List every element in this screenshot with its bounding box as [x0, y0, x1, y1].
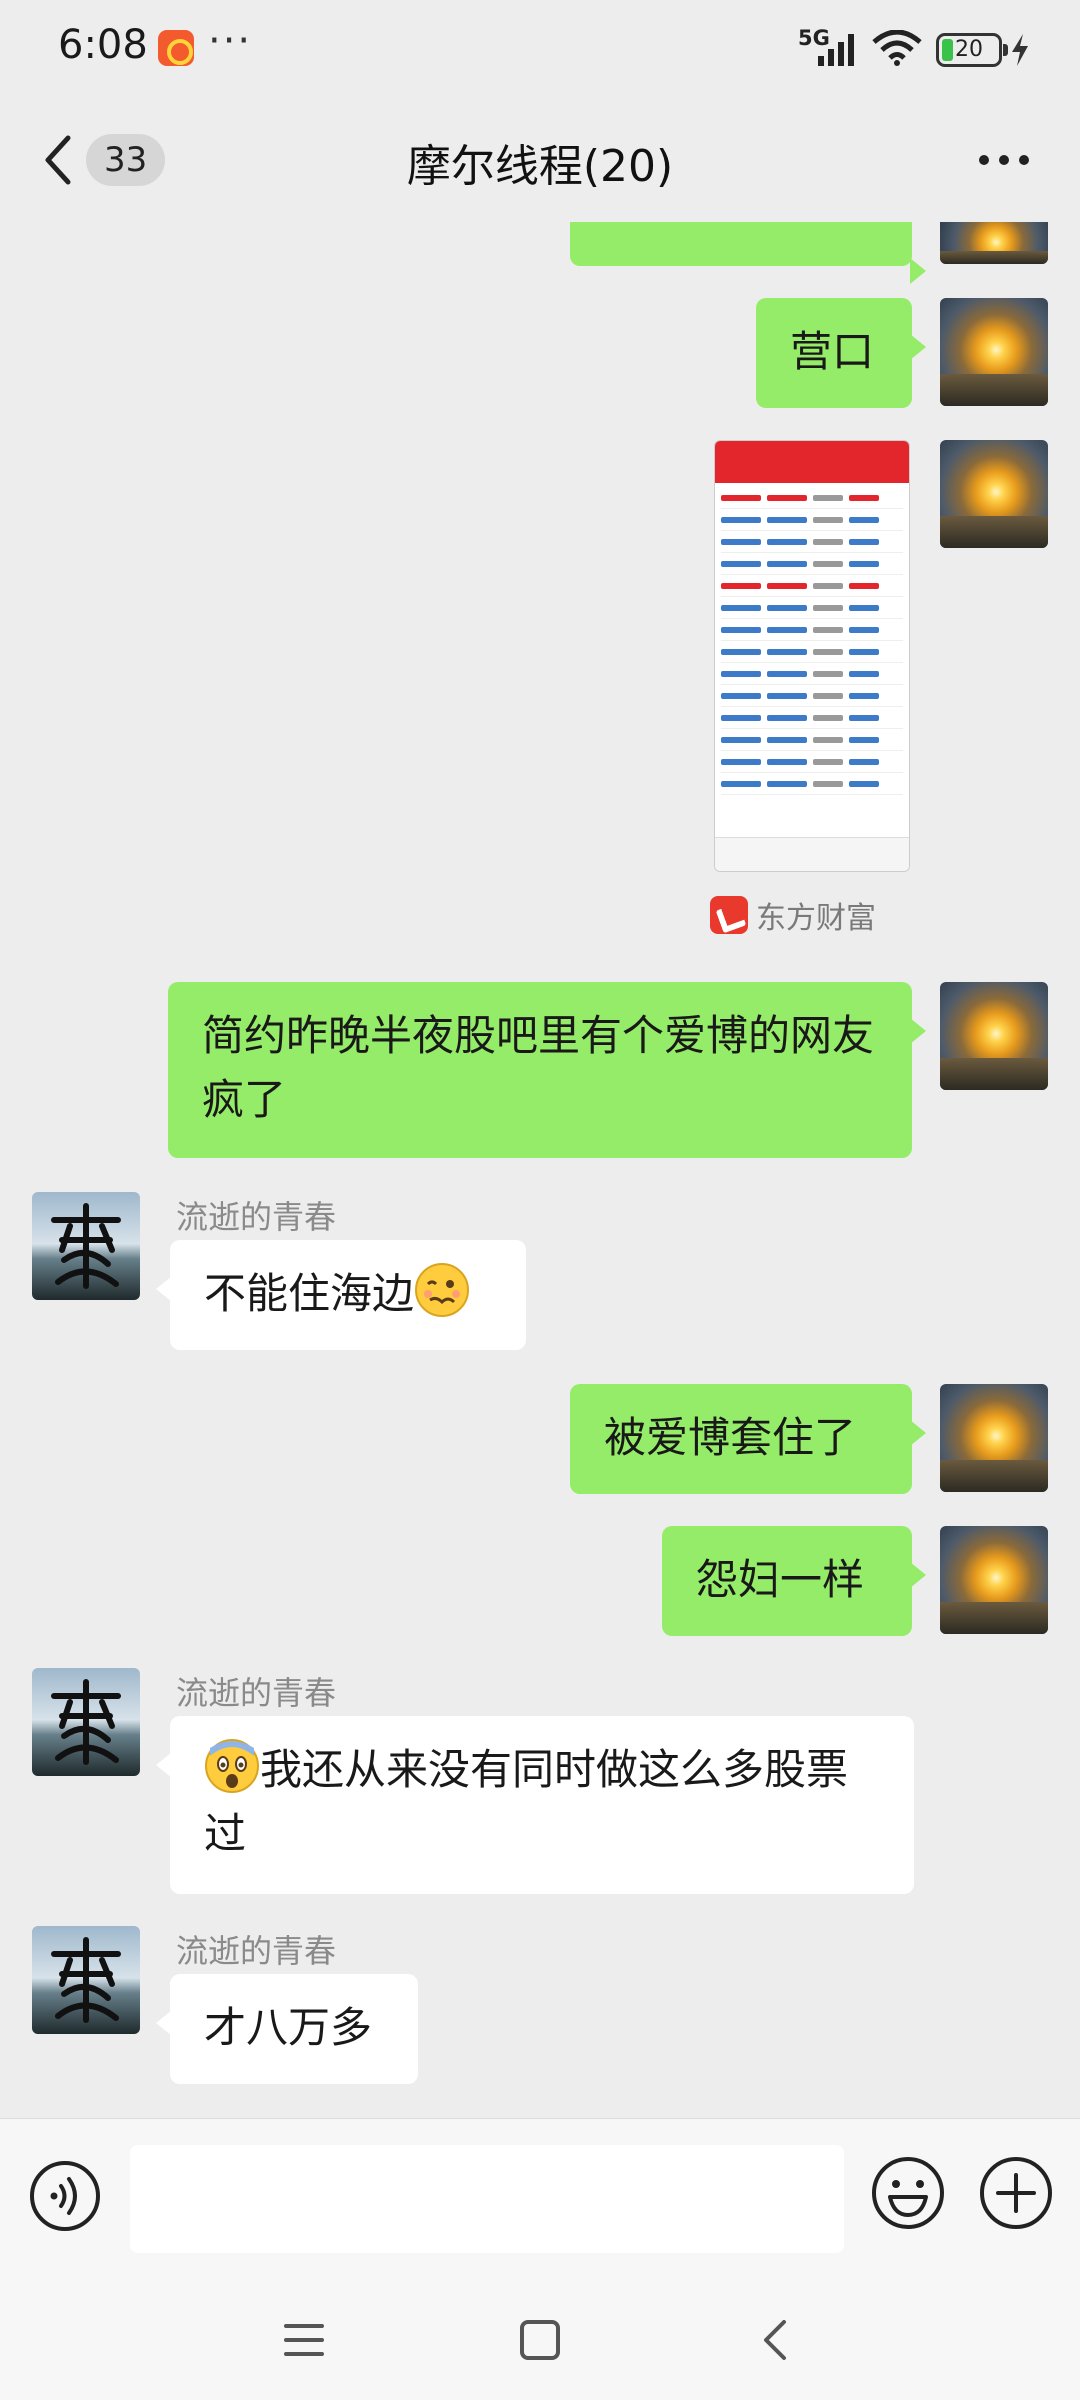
message-bubble-cutoff[interactable]: [570, 222, 926, 284]
calligraphy-avatar-icon: [51, 1679, 121, 1765]
status-more: ···: [208, 18, 253, 64]
message-text: 被爱博套住了: [604, 1413, 857, 1462]
fearful-face-emoji: [205, 1739, 259, 1793]
my-avatar[interactable]: [940, 1526, 1048, 1634]
sender-name: 流逝的青春: [176, 1198, 337, 1236]
signal-icon: [818, 34, 854, 66]
message-bubble[interactable]: 我还从来没有同时做这么多股票过: [156, 1716, 914, 1894]
status-bar: 6:08 ··· 5G 20: [0, 0, 1080, 100]
message-bubble[interactable]: 不能住海边: [156, 1240, 526, 1350]
sender-name: 流逝的青春: [176, 1932, 337, 1970]
sender-name: 流逝的青春: [176, 1674, 337, 1712]
plus-icon[interactable]: [978, 2155, 1054, 2231]
chat-header: 33 摩尔线程(20): [0, 100, 1080, 220]
contact-avatar[interactable]: [32, 1192, 140, 1300]
more-icon[interactable]: [976, 150, 1032, 170]
chat-title: 摩尔线程(20): [406, 141, 674, 192]
message-text: 营口: [790, 327, 875, 376]
message-text: 才八万多: [204, 2003, 373, 2052]
message-bubble[interactable]: 怨妇一样: [662, 1526, 926, 1636]
menu-icon[interactable]: [280, 2316, 328, 2364]
my-avatar[interactable]: [940, 222, 1048, 264]
back-nav-icon[interactable]: [752, 2316, 800, 2364]
stock-screenshot-image[interactable]: [714, 440, 910, 872]
status-time: 6:08: [58, 22, 148, 68]
message-bubble[interactable]: 营口: [756, 298, 926, 408]
wifi-icon: [872, 30, 922, 66]
voice-icon[interactable]: [28, 2159, 102, 2233]
calligraphy-avatar-icon: [51, 1203, 121, 1289]
calligraphy-avatar-icon: [51, 1937, 121, 2023]
image-source-label[interactable]: 东方财富: [710, 894, 876, 936]
my-avatar[interactable]: [940, 440, 1048, 548]
contact-avatar[interactable]: [32, 1668, 140, 1776]
message-text: 怨妇一样: [696, 1555, 865, 1604]
message-text: 简约昨晚半夜股吧里有个爱博的网友疯了: [202, 1011, 875, 1124]
source-app-name: 东方财富: [756, 901, 876, 936]
woozy-face-emoji: [415, 1263, 470, 1317]
message-input[interactable]: [130, 2145, 844, 2253]
home-icon[interactable]: [516, 2316, 564, 2364]
system-nav-bar: [0, 2276, 1080, 2400]
battery-icon: 20: [936, 33, 1008, 67]
charging-icon: [1012, 34, 1028, 66]
message-text: 不能住海边: [204, 1269, 415, 1318]
battery-level: 20: [955, 37, 983, 62]
message-text: 我还从来没有同时做这么多股票过: [204, 1745, 849, 1858]
my-avatar[interactable]: [940, 982, 1048, 1090]
message-bubble[interactable]: 才八万多: [156, 1974, 418, 2084]
contact-avatar[interactable]: [32, 1926, 140, 2034]
my-avatar[interactable]: [940, 298, 1048, 406]
eastmoney-logo-icon: [710, 896, 748, 934]
emoji-icon[interactable]: [870, 2155, 946, 2231]
input-bar: [0, 2118, 1080, 2276]
my-avatar[interactable]: [940, 1384, 1048, 1492]
message-bubble[interactable]: 简约昨晚半夜股吧里有个爱博的网友疯了: [168, 982, 926, 1158]
message-bubble[interactable]: 被爱博套住了: [570, 1384, 926, 1494]
app-notification-icon: [158, 30, 194, 66]
